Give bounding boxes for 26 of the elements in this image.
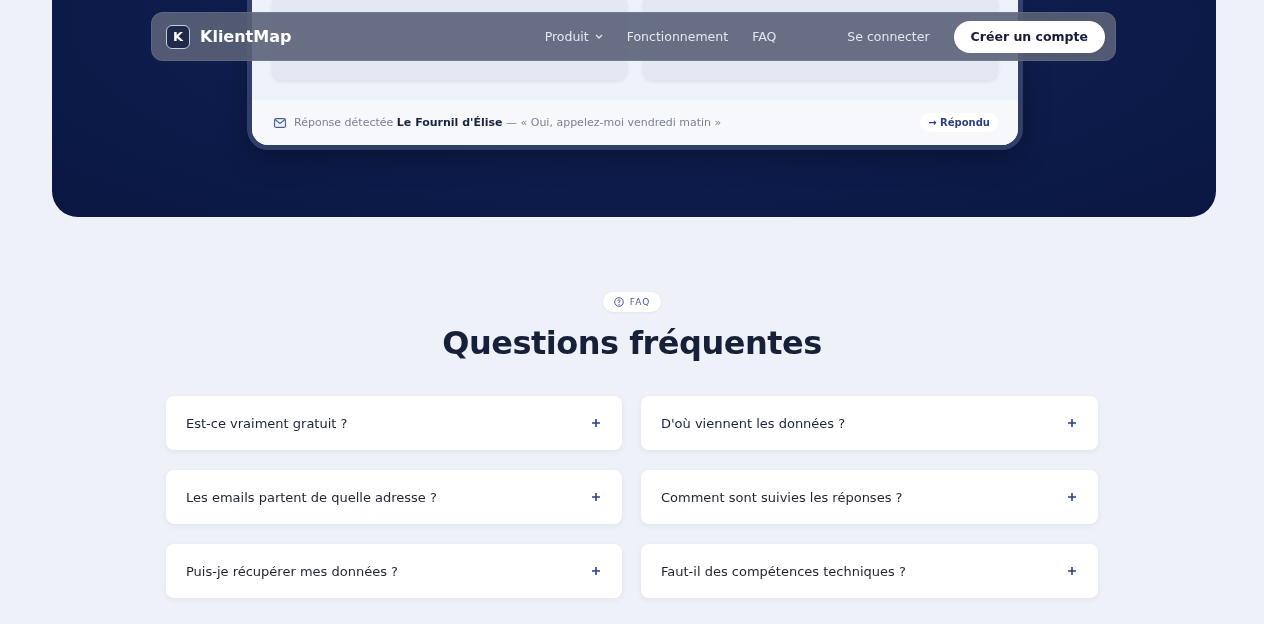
login-link[interactable]: Se connecter: [847, 29, 930, 44]
plus-icon: [1067, 492, 1077, 502]
mail-icon: [274, 117, 286, 128]
section-badge: FAQ: [602, 292, 662, 312]
help-icon: [613, 297, 624, 307]
plus-icon: [1067, 418, 1077, 428]
faq-item[interactable]: Est-ce vraiment gratuit ?: [166, 396, 622, 450]
logo-badge[interactable]: K: [166, 24, 190, 49]
faq-item[interactable]: Comment sont suivies les réponses ?: [641, 470, 1098, 524]
status-tag: → Répondu: [920, 113, 998, 132]
plus-icon: [1067, 566, 1077, 576]
nav-link[interactable]: FAQ: [752, 29, 777, 44]
section-title: Questions fréquentes: [442, 324, 822, 362]
nav-link[interactable]: Produit: [544, 29, 603, 44]
faq-item[interactable]: Puis-je récupérer mes données ?: [166, 544, 622, 598]
faq-item[interactable]: Faut-il des compétences techniques ?: [641, 544, 1098, 598]
plus-icon: [591, 566, 601, 576]
plus-icon: [591, 492, 601, 502]
brand-name[interactable]: KlientMap: [200, 27, 292, 46]
faq-item[interactable]: D'où viennent les données ?: [641, 396, 1098, 450]
notice-text: Réponse détectée Le Fournil d'Élise — « Oui, appelez-moi vendredi matin »: [294, 116, 722, 129]
signup-button[interactable]: Créer un compte: [953, 20, 1105, 53]
plus-icon: [591, 418, 601, 428]
chevron-down-icon: [594, 34, 603, 39]
nav-link[interactable]: Fonctionnement: [626, 29, 729, 44]
faq-item[interactable]: Les emails partent de quelle adresse ?: [166, 470, 622, 524]
